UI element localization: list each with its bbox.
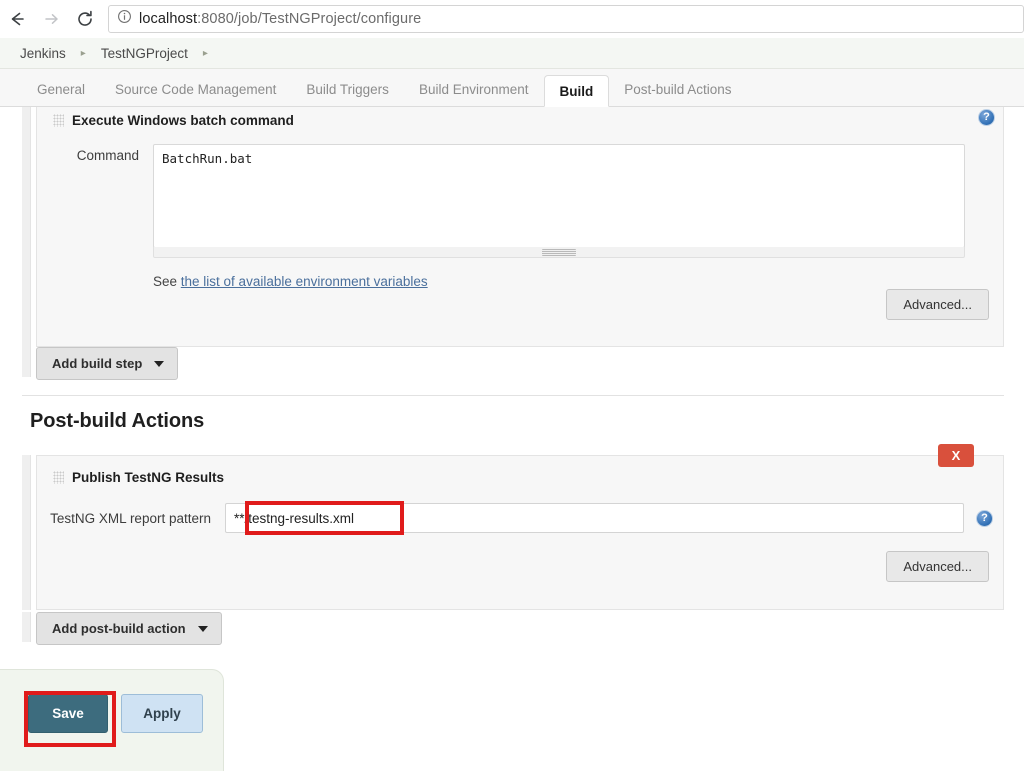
testng-pattern-row: TestNG XML report pattern ? [37,503,1003,533]
info-circle-icon[interactable] [117,9,132,29]
build-step-title-row: Execute Windows batch command [37,107,1003,128]
url-path: :8080/job/TestNGProject/configure [197,11,421,27]
address-bar[interactable]: localhost:8080/job/TestNGProject/configu… [108,5,1024,33]
testng-pattern-label: TestNG XML report pattern [37,511,225,526]
testng-pattern-field[interactable] [225,503,964,533]
tab-general[interactable]: General [22,74,100,106]
address-bar-text: localhost:8080/job/TestNGProject/configu… [139,11,421,27]
post-build-drag-stripe[interactable] [22,455,31,610]
command-row: Command BatchRun.bat See the list of ava… [37,144,1003,289]
section-divider [22,395,1004,396]
forward-button[interactable] [34,2,68,36]
add-post-build-action-row: Add post-build action [22,612,1004,656]
config-tab-strip: General Source Code Management Build Tri… [0,69,1024,107]
env-vars-link[interactable]: the list of available environment variab… [181,274,428,289]
build-step-drag-stripe[interactable] [22,107,31,347]
build-step-advanced-button[interactable]: Advanced... [886,289,989,320]
breadcrumb-separator-icon-2: ▸ [190,49,221,59]
build-step-block: X ? Execute Windows batch command Comman… [22,107,1004,347]
add-build-step-row: Add build step [22,347,1004,391]
save-button[interactable]: Save [28,694,108,733]
delete-post-build-action-button[interactable]: X [938,444,974,467]
breadcrumb-item-project[interactable]: TestNGProject [99,46,190,61]
post-build-title-row: Publish TestNG Results [37,456,1003,485]
add-post-build-action-label: Add post-build action [52,621,186,636]
tab-source-code-management[interactable]: Source Code Management [100,74,291,106]
add-post-build-action-button[interactable]: Add post-build action [36,612,222,645]
form-footer-bar: Save Apply [0,669,224,771]
back-arrow-icon [7,9,27,29]
breadcrumb-item-jenkins[interactable]: Jenkins [18,46,68,61]
drag-grip-icon[interactable] [53,471,64,484]
url-host: localhost [139,11,197,27]
add-build-step-button[interactable]: Add build step [36,347,178,380]
reload-icon [75,9,95,29]
command-control: BatchRun.bat See the list of available e… [153,144,1003,289]
tab-build-environment[interactable]: Build Environment [404,74,544,106]
env-vars-help-line: See the list of available environment va… [153,274,1003,289]
testng-pattern-help-icon[interactable]: ? [976,510,993,527]
browser-toolbar: localhost:8080/job/TestNGProject/configu… [0,0,1024,38]
build-step-help-icon[interactable]: ? [978,109,995,126]
textarea-resize-handle[interactable] [542,249,576,256]
tab-build[interactable]: Build [544,75,610,107]
back-button[interactable] [0,2,34,36]
command-textarea-wrap: BatchRun.bat [153,144,965,248]
chevron-down-icon [198,626,208,632]
tab-build-triggers[interactable]: Build Triggers [291,74,404,106]
forward-arrow-icon [41,9,61,29]
post-build-panel: X Publish TestNG Results TestNG XML repo… [36,455,1004,610]
tab-post-build-actions[interactable]: Post-build Actions [609,74,746,106]
add-post-build-stripe [22,612,31,642]
env-vars-help-prefix: See [153,274,181,289]
command-label: Command [37,144,153,163]
apply-button[interactable]: Apply [121,694,203,733]
breadcrumb: Jenkins ▸ TestNGProject ▸ [0,38,1024,69]
testng-pattern-control: ? [225,503,1003,533]
build-step-title: Execute Windows batch command [72,113,294,128]
post-build-title: Publish TestNG Results [72,470,224,485]
post-build-advanced-button[interactable]: Advanced... [886,551,989,582]
command-textarea[interactable]: BatchRun.bat [153,144,965,248]
add-build-step-label: Add build step [52,356,142,371]
breadcrumb-separator-icon: ▸ [68,49,99,59]
chevron-down-icon [154,361,164,367]
post-build-action-block: X Publish TestNG Results TestNG XML repo… [22,455,1004,610]
build-step-panel: X ? Execute Windows batch command Comman… [36,107,1004,347]
post-build-actions-heading: Post-build Actions [30,410,204,433]
add-build-step-stripe [22,347,31,377]
drag-grip-icon[interactable] [53,114,64,127]
reload-button[interactable] [68,2,102,36]
